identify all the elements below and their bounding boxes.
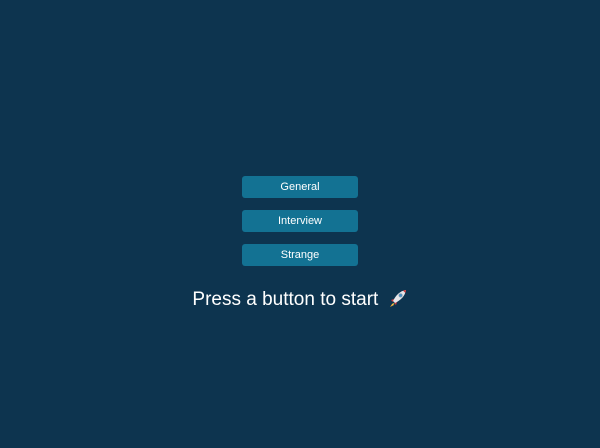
general-button[interactable]: General <box>242 176 358 198</box>
strange-button[interactable]: Strange <box>242 244 358 266</box>
interview-button[interactable]: Interview <box>242 210 358 232</box>
start-prompt-text: Press a button to start <box>192 289 379 310</box>
category-menu: General Interview Strange <box>242 176 358 266</box>
start-prompt: Press a button to start <box>0 288 600 312</box>
rocket-icon <box>388 288 408 308</box>
